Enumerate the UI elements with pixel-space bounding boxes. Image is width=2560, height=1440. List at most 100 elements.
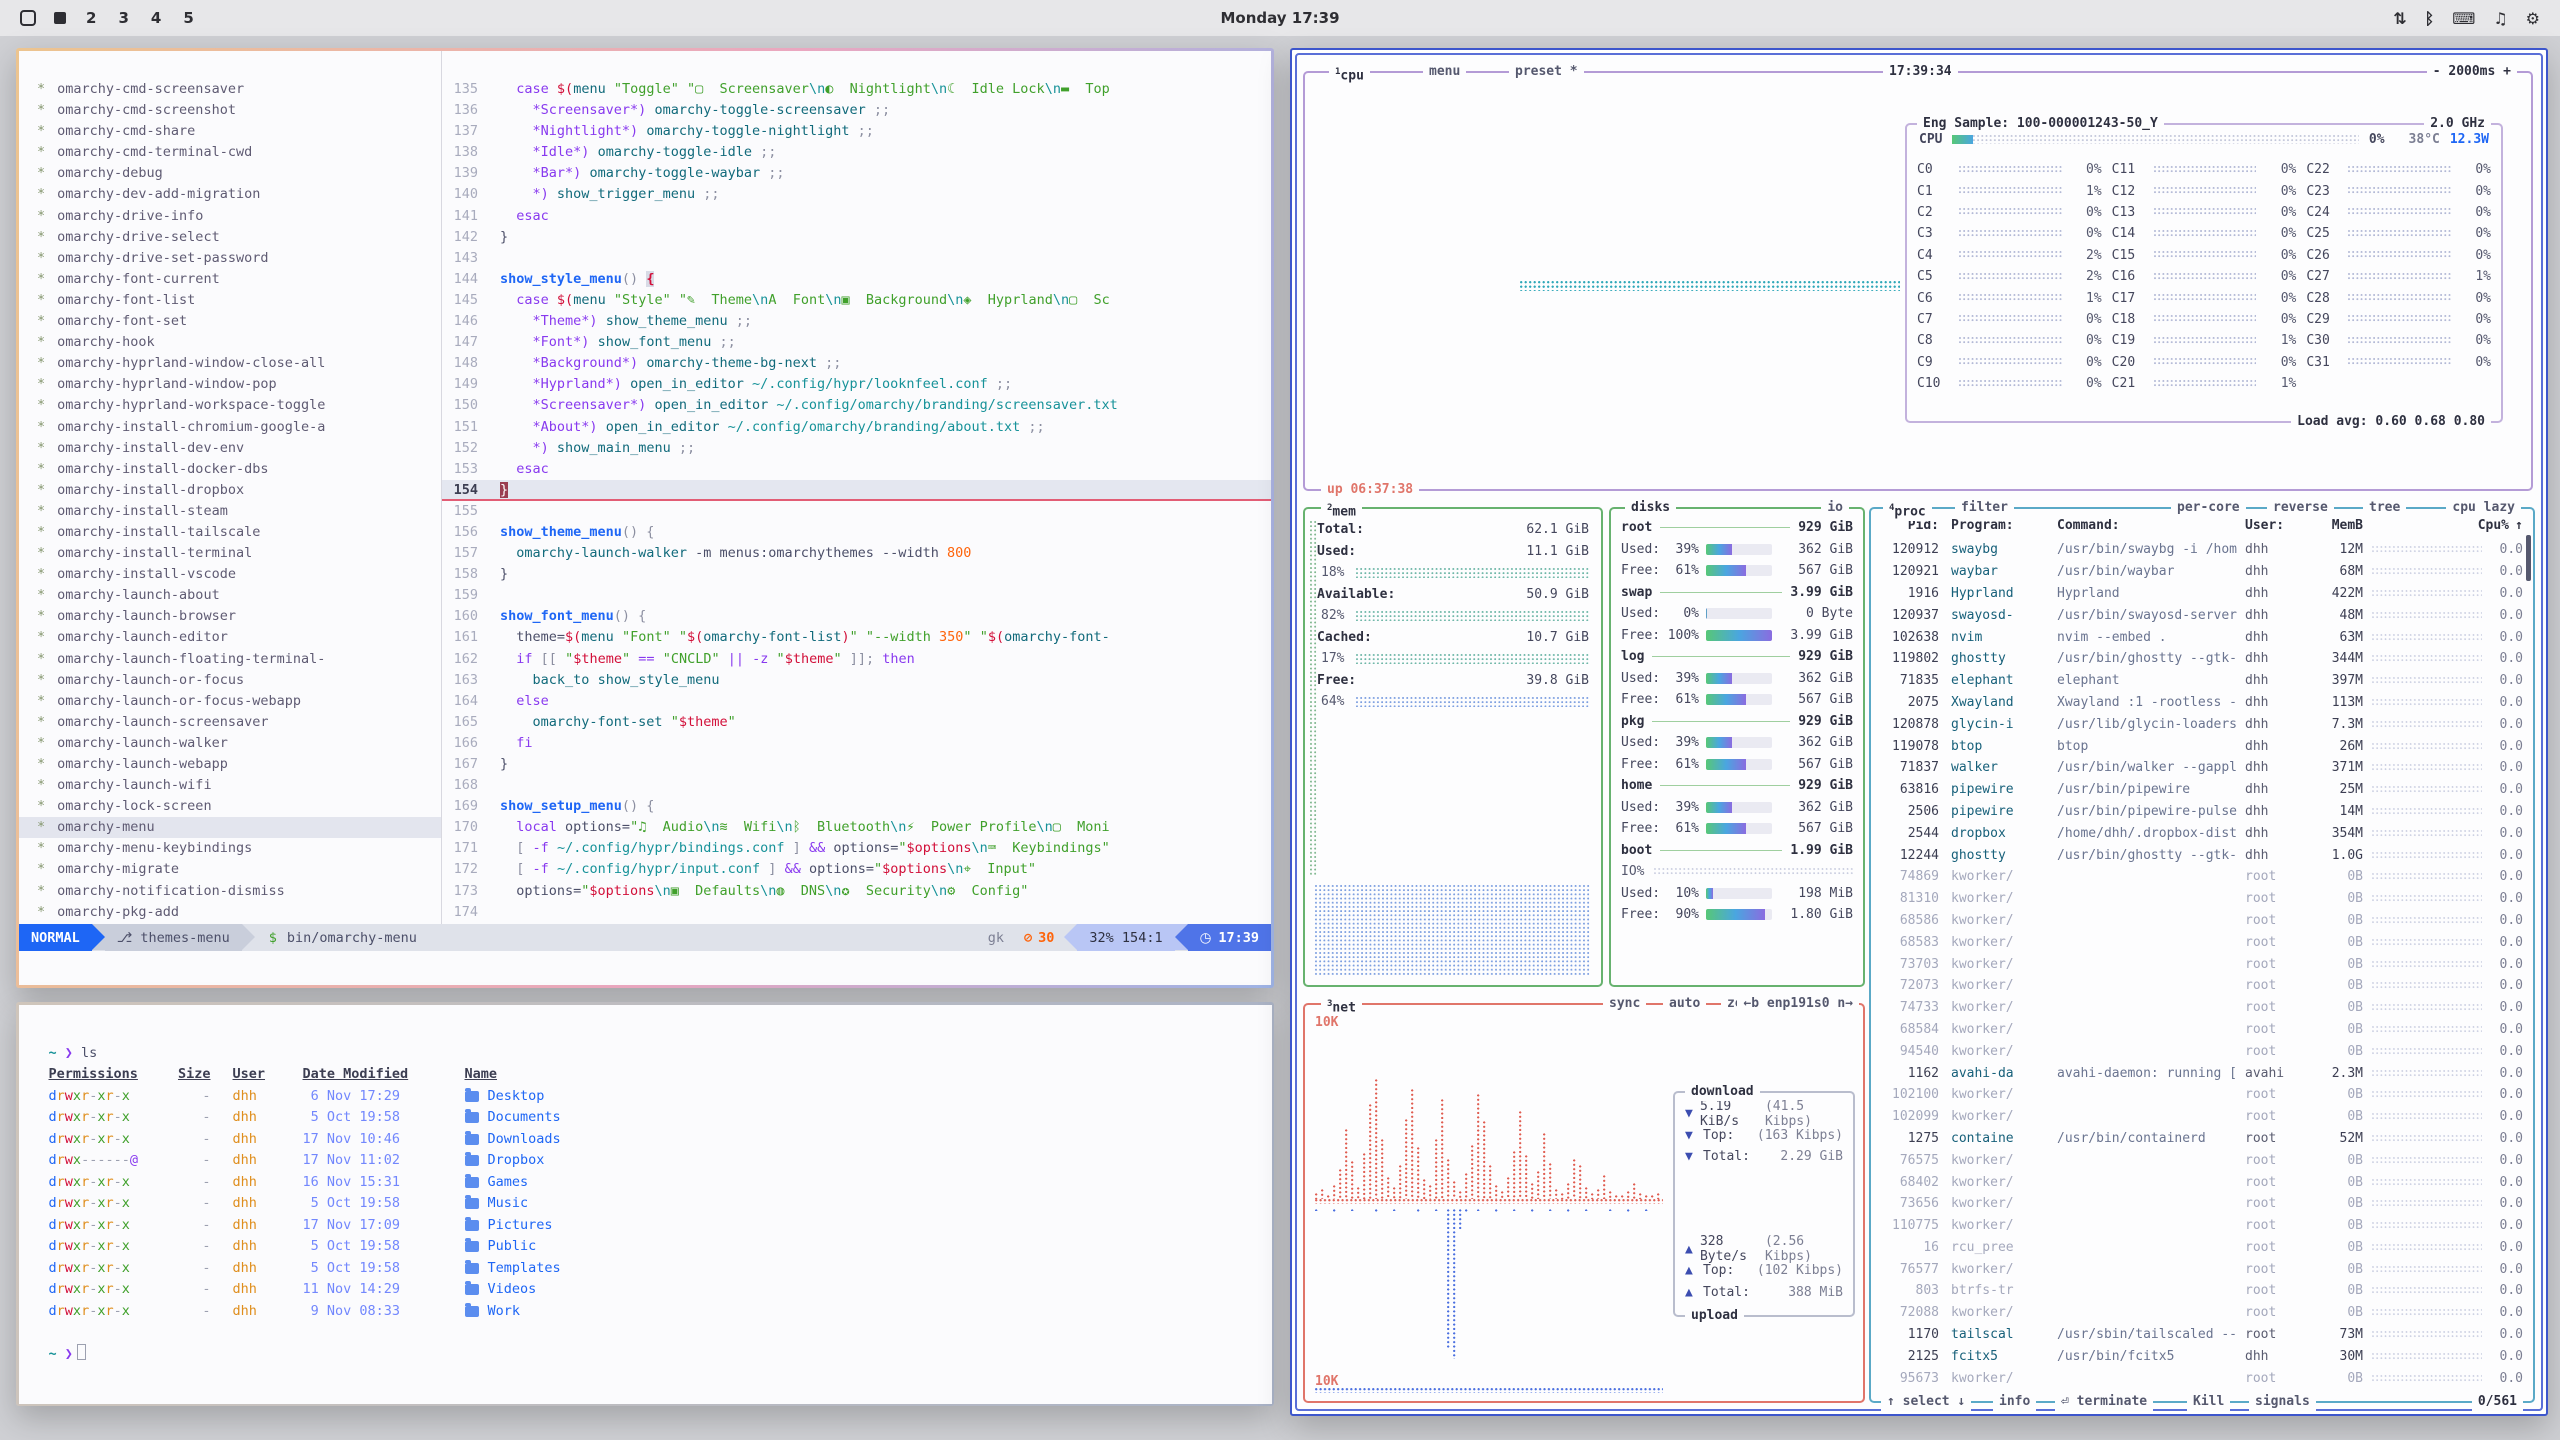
process-row[interactable]: 71837walker/usr/bin/walker --gappldhh371… bbox=[1871, 757, 2533, 779]
process-row[interactable]: 1162avahi-daavahi-daemon: running [avahi… bbox=[1871, 1062, 2533, 1084]
code-line[interactable]: 174 bbox=[442, 902, 1271, 923]
process-row[interactable]: 74733kworker/root0B0.0 bbox=[1871, 997, 2533, 1019]
file-item[interactable]: *omarchy-install-steam bbox=[19, 501, 441, 522]
process-row[interactable]: 63816pipewire/usr/bin/pipewiredhh25M0.0 bbox=[1871, 779, 2533, 801]
cpu-menu-button[interactable]: menu bbox=[1423, 63, 1466, 81]
bluetooth-icon[interactable]: ᛒ bbox=[2425, 9, 2435, 28]
code-line[interactable]: 142} bbox=[442, 227, 1271, 248]
code-line[interactable]: 159 bbox=[442, 585, 1271, 606]
code-line[interactable]: 171 [ -f ~/.config/hypr/bindings.conf ] … bbox=[442, 838, 1271, 859]
cpu-preset-button[interactable]: preset * bbox=[1509, 63, 1584, 81]
code-line[interactable]: 161 theme=$(menu "Font" "$(omarchy-font-… bbox=[442, 627, 1271, 648]
proc-kill-button[interactable]: Kill bbox=[2187, 1393, 2230, 1411]
code-line[interactable]: 163 back_to show_style_menu bbox=[442, 670, 1271, 691]
proc-reverse-button[interactable]: reverse bbox=[2267, 499, 2334, 517]
code-line[interactable]: 155 bbox=[442, 501, 1271, 522]
proc-box-title[interactable]: 4proc bbox=[1883, 499, 1932, 521]
code-line[interactable]: 148 *Background*) omarchy-theme-bg-next … bbox=[442, 353, 1271, 374]
code-line[interactable]: 149 *Hyprland*) open_in_editor ~/.config… bbox=[442, 374, 1271, 395]
process-row[interactable]: 102638nvimnvim --embed .dhh63M0.0 bbox=[1871, 626, 2533, 648]
active-workspace-icon[interactable] bbox=[54, 12, 66, 24]
file-item[interactable]: *omarchy-hyprland-window-close-all bbox=[19, 353, 441, 374]
code-lines[interactable]: 135 case $(menu "Toggle" "▢ Screensaver\… bbox=[442, 51, 1271, 924]
code-line[interactable]: 169show_setup_menu() { bbox=[442, 796, 1271, 817]
process-row[interactable]: 119078btopbtopdhh26M0.0 bbox=[1871, 735, 2533, 757]
code-line[interactable]: 146 *Theme*) show_theme_menu ;; bbox=[442, 311, 1271, 332]
process-row[interactable]: 2075XwaylandXwayland :1 -rootless -dhh11… bbox=[1871, 692, 2533, 714]
file-item[interactable]: *omarchy-launch-or-focus-webapp bbox=[19, 691, 441, 712]
code-line[interactable]: 157 omarchy-launch-walker -m menus:omarc… bbox=[442, 543, 1271, 564]
file-item[interactable]: *omarchy-launch-about bbox=[19, 585, 441, 606]
workspace-number[interactable]: 3 bbox=[116, 9, 130, 27]
code-line[interactable]: 151 *About*) open_in_editor ~/.config/om… bbox=[442, 417, 1271, 438]
process-row[interactable]: 803btrfs-trroot0B0.0 bbox=[1871, 1280, 2533, 1302]
net-interface-selector[interactable]: ←b enp191s0 n→ bbox=[1737, 995, 1859, 1013]
process-row[interactable]: 95673kworker/root0B0.0 bbox=[1871, 1367, 2533, 1389]
file-item[interactable]: *omarchy-launch-floating-terminal- bbox=[19, 649, 441, 670]
code-line[interactable]: 138 *Idle*) omarchy-toggle-idle ;; bbox=[442, 142, 1271, 163]
proc-sort-selector[interactable]: cpu lazy bbox=[2446, 499, 2521, 517]
file-item[interactable]: *omarchy-debug bbox=[19, 163, 441, 184]
process-row[interactable]: 71835elephantelephantdhh397M0.0 bbox=[1871, 670, 2533, 692]
process-row[interactable]: 72088kworker/root0B0.0 bbox=[1871, 1302, 2533, 1324]
code-line[interactable]: 166 fi bbox=[442, 733, 1271, 754]
process-row[interactable]: 2125fcitx5/usr/bin/fcitx5dhh30M0.0 bbox=[1871, 1345, 2533, 1367]
code-line[interactable]: 150 *Screensaver*) open_in_editor ~/.con… bbox=[442, 395, 1271, 416]
code-line[interactable]: 168 bbox=[442, 775, 1271, 796]
file-item[interactable]: *omarchy-install-dev-env bbox=[19, 438, 441, 459]
process-row[interactable]: 73703kworker/root0B0.0 bbox=[1871, 953, 2533, 975]
process-row[interactable]: 1170tailscal/usr/sbin/tailscaled --root7… bbox=[1871, 1324, 2533, 1346]
proc-signals-button[interactable]: signals bbox=[2249, 1393, 2316, 1411]
process-row[interactable]: 76577kworker/root0B0.0 bbox=[1871, 1258, 2533, 1280]
code-line[interactable]: 140 *) show_trigger_menu ;; bbox=[442, 184, 1271, 205]
file-item[interactable]: *omarchy-drive-select bbox=[19, 227, 441, 248]
code-line[interactable]: 141 esac bbox=[442, 206, 1271, 227]
update-arrows-icon[interactable]: ⇅ bbox=[2393, 9, 2406, 28]
process-row[interactable]: 74869kworker/root0B0.0 bbox=[1871, 866, 2533, 888]
file-item[interactable]: *omarchy-font-set bbox=[19, 311, 441, 332]
file-item[interactable]: *omarchy-launch-wifi bbox=[19, 775, 441, 796]
code-line[interactable]: 160show_font_menu() { bbox=[442, 606, 1271, 627]
file-item[interactable]: *omarchy-install-terminal bbox=[19, 543, 441, 564]
update-interval-control[interactable]: - 2000ms + bbox=[2427, 63, 2517, 81]
code-line[interactable]: 145 case $(menu "Style" "✎ Theme\nA Font… bbox=[442, 290, 1271, 311]
omarchy-logo-icon[interactable] bbox=[20, 10, 36, 26]
disks-box-title[interactable]: disks bbox=[1625, 499, 1676, 517]
file-item[interactable]: *omarchy-install-tailscale bbox=[19, 522, 441, 543]
process-row[interactable]: 102100kworker/root0B0.0 bbox=[1871, 1084, 2533, 1106]
code-line[interactable]: 147 *Font*) show_font_menu ;; bbox=[442, 332, 1271, 353]
file-item[interactable]: *omarchy-hook bbox=[19, 332, 441, 353]
process-row[interactable]: 2544dropbox/home/dhh/.dropbox-distdhh354… bbox=[1871, 822, 2533, 844]
file-item[interactable]: *omarchy-launch-webapp bbox=[19, 754, 441, 775]
file-item[interactable]: *omarchy-install-dropbox bbox=[19, 480, 441, 501]
process-row[interactable]: 110775kworker/root0B0.0 bbox=[1871, 1215, 2533, 1237]
code-line[interactable]: 137 *Nightlight*) omarchy-toggle-nightli… bbox=[442, 121, 1271, 142]
file-item[interactable]: *omarchy-font-list bbox=[19, 290, 441, 311]
file-item[interactable]: *omarchy-launch-screensaver bbox=[19, 712, 441, 733]
mem-box-title[interactable]: 2mem bbox=[1321, 499, 1362, 521]
code-line[interactable]: 153 esac bbox=[442, 459, 1271, 480]
net-box-title[interactable]: 3net bbox=[1321, 995, 1362, 1017]
process-row[interactable]: 1916HyprlandHyprlanddhh422M0.0 bbox=[1871, 583, 2533, 605]
code-line[interactable]: 136 *Screensaver*) omarchy-toggle-screen… bbox=[442, 100, 1271, 121]
code-line[interactable]: 167} bbox=[442, 754, 1271, 775]
file-item[interactable]: *omarchy-launch-browser bbox=[19, 606, 441, 627]
workspace-number[interactable]: 5 bbox=[181, 9, 195, 27]
code-line[interactable]: 170 local options="♫ Audio\n≋ Wifi\nᛒ Bl… bbox=[442, 817, 1271, 838]
file-item[interactable]: *omarchy-install-chromium-google-a bbox=[19, 417, 441, 438]
process-row[interactable]: 102099kworker/root0B0.0 bbox=[1871, 1106, 2533, 1128]
proc-scrollbar[interactable] bbox=[2526, 535, 2531, 581]
code-line[interactable]: 154} bbox=[442, 480, 1271, 501]
proc-filter-button[interactable]: filter bbox=[1955, 499, 2014, 517]
code-line[interactable]: 144show_style_menu() { bbox=[442, 269, 1271, 290]
process-row[interactable]: 119802ghostty/usr/bin/ghostty --gtk-dhh3… bbox=[1871, 648, 2533, 670]
file-item[interactable]: *omarchy-hyprland-window-pop bbox=[19, 374, 441, 395]
file-item[interactable]: *omarchy-menu bbox=[19, 817, 441, 838]
process-row[interactable]: 76575kworker/root0B0.0 bbox=[1871, 1149, 2533, 1171]
file-item[interactable]: *omarchy-migrate bbox=[19, 859, 441, 880]
file-item[interactable]: *omarchy-drive-info bbox=[19, 206, 441, 227]
net-auto-button[interactable]: auto bbox=[1663, 995, 1706, 1013]
code-line[interactable]: 165 omarchy-font-set "$theme" bbox=[442, 712, 1271, 733]
process-row[interactable]: 68402kworker/root0B0.0 bbox=[1871, 1171, 2533, 1193]
file-item[interactable]: *omarchy-cmd-screenshot bbox=[19, 100, 441, 121]
